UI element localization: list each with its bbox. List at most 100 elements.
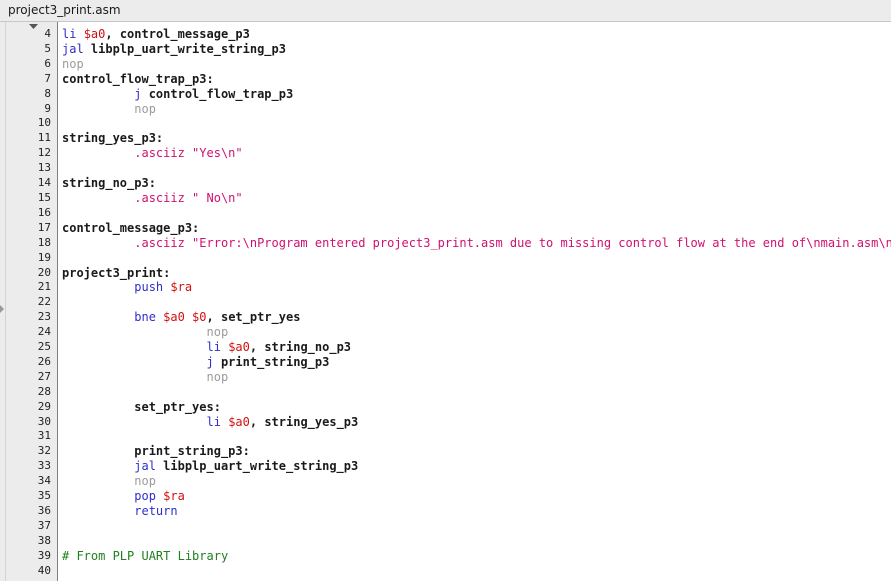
code-line[interactable]: string_no_p3:	[62, 176, 891, 191]
code-token: set_ptr_yes:	[134, 399, 221, 414]
line-number: 16	[37, 205, 51, 219]
gutter-separator	[57, 22, 58, 581]
line-number: 21	[37, 280, 51, 294]
code-line[interactable]	[62, 564, 891, 579]
code-line[interactable]: jal libplp_uart_write_string_p3	[62, 42, 891, 57]
line-number: 25	[37, 340, 51, 354]
code-token: , string_yes_p3	[249, 414, 359, 429]
code-token: string_no_p3:	[62, 176, 156, 191]
code-line[interactable]: .asciiz " No\n"	[62, 191, 891, 206]
code-line[interactable]: return	[62, 504, 891, 519]
code-line[interactable]: jal libplp_uart_write_string_p3	[62, 459, 891, 474]
line-number: 34	[37, 474, 51, 488]
code-token: bne	[134, 310, 164, 325]
file-name: project3_print.asm	[8, 3, 121, 17]
code-area[interactable]: li $a0, control_message_p3 jal libplp_uar…	[62, 27, 891, 579]
code-token: j	[134, 86, 149, 101]
code-line[interactable]: nop	[62, 57, 891, 72]
code-token: $a0 $0	[163, 310, 207, 325]
code-token: "Yes\n"	[192, 146, 243, 161]
code-token: , control_message_p3	[105, 27, 250, 41]
editor-tab-title[interactable]: project3_print.asm	[0, 0, 891, 22]
line-number: 33	[37, 459, 51, 473]
code-line[interactable]: control_message_p3:	[62, 221, 891, 236]
code-token: li	[62, 27, 84, 41]
code-token: $a0	[228, 340, 250, 355]
code-line[interactable]: control_flow_trap_p3:	[62, 72, 891, 87]
code-token: , set_ptr_yes	[206, 310, 301, 325]
code-line[interactable]	[62, 161, 891, 176]
code-line[interactable]: pop $ra	[62, 489, 891, 504]
line-number: 8	[44, 86, 51, 100]
code-line[interactable]: nop	[62, 325, 891, 340]
code-token: $a0	[83, 27, 106, 41]
code-line[interactable]: # From PLP UART Library	[62, 549, 891, 564]
code-token: , string_no_p3	[249, 340, 352, 355]
code-line[interactable]: j control_flow_trap_p3	[62, 87, 891, 102]
line-number: 17	[37, 220, 51, 234]
line-number: 29	[37, 399, 51, 413]
code-line[interactable]	[62, 385, 891, 400]
code-line[interactable]: j print_string_p3	[62, 355, 891, 370]
line-number: 39	[37, 548, 51, 562]
code-token: push	[134, 280, 171, 295]
line-number: 23	[37, 310, 51, 324]
code-line[interactable]: project3_print:	[62, 266, 891, 281]
code-line[interactable]: bne $a0 $0, set_ptr_yes	[62, 310, 891, 325]
line-number: 5	[44, 41, 51, 55]
overview-marker-icon	[0, 305, 4, 313]
code-line[interactable]: push $ra	[62, 280, 891, 295]
code-token: $a0	[228, 414, 250, 429]
code-line[interactable]	[62, 295, 891, 310]
line-number: 27	[37, 369, 51, 383]
line-number: 28	[37, 384, 51, 398]
code-line[interactable]: .asciiz "Yes\n"	[62, 146, 891, 161]
line-number: 14	[37, 176, 51, 190]
code-line[interactable]: li $a0, string_no_p3	[62, 340, 891, 355]
line-number: 10	[37, 116, 51, 130]
line-number: 13	[37, 161, 51, 175]
line-number: 20	[37, 265, 51, 279]
code-token: "Error:\nProgram entered project3_print.…	[192, 235, 891, 250]
code-line[interactable]	[62, 519, 891, 534]
code-line[interactable]	[62, 429, 891, 444]
code-token: control_message_p3:	[62, 220, 200, 235]
code-line[interactable]	[62, 116, 891, 131]
code-line[interactable]	[62, 534, 891, 549]
code-line[interactable]	[62, 251, 891, 266]
code-token: $ra	[163, 489, 185, 504]
code-line[interactable]	[62, 206, 891, 221]
code-line[interactable]: nop	[62, 370, 891, 385]
line-number: 9	[44, 101, 51, 115]
line-number: 19	[37, 250, 51, 264]
code-line[interactable]: li $a0, string_yes_p3	[62, 415, 891, 430]
code-token: libplp_uart_write_string_p3	[90, 41, 286, 56]
line-number: 24	[37, 325, 51, 339]
code-line[interactable]: li $a0, control_message_p3	[62, 27, 891, 42]
line-number: 37	[37, 518, 51, 532]
code-line[interactable]: nop	[62, 102, 891, 117]
code-editor[interactable]: 4 5 6 7 8 9 10 11 12 13 14 15 16 17 18 19 20 21 22 23 24 25 26…	[0, 22, 891, 581]
line-number: 18	[37, 235, 51, 249]
code-line[interactable]: set_ptr_yes:	[62, 400, 891, 415]
code-line[interactable]: string_yes_p3:	[62, 131, 891, 146]
code-token: .asciiz	[134, 235, 193, 250]
line-number: 6	[44, 56, 51, 70]
code-token: j	[206, 354, 221, 369]
code-line[interactable]: .asciiz "Error:\nProgram entered project…	[62, 236, 891, 251]
code-token: jal	[134, 459, 164, 474]
code-token: print_string_p3	[220, 354, 330, 369]
code-line[interactable]: nop	[62, 474, 891, 489]
code-token: return	[134, 504, 178, 518]
code-token: print_string_p3:	[134, 444, 250, 459]
code-line[interactable]: print_string_p3:	[62, 444, 891, 459]
